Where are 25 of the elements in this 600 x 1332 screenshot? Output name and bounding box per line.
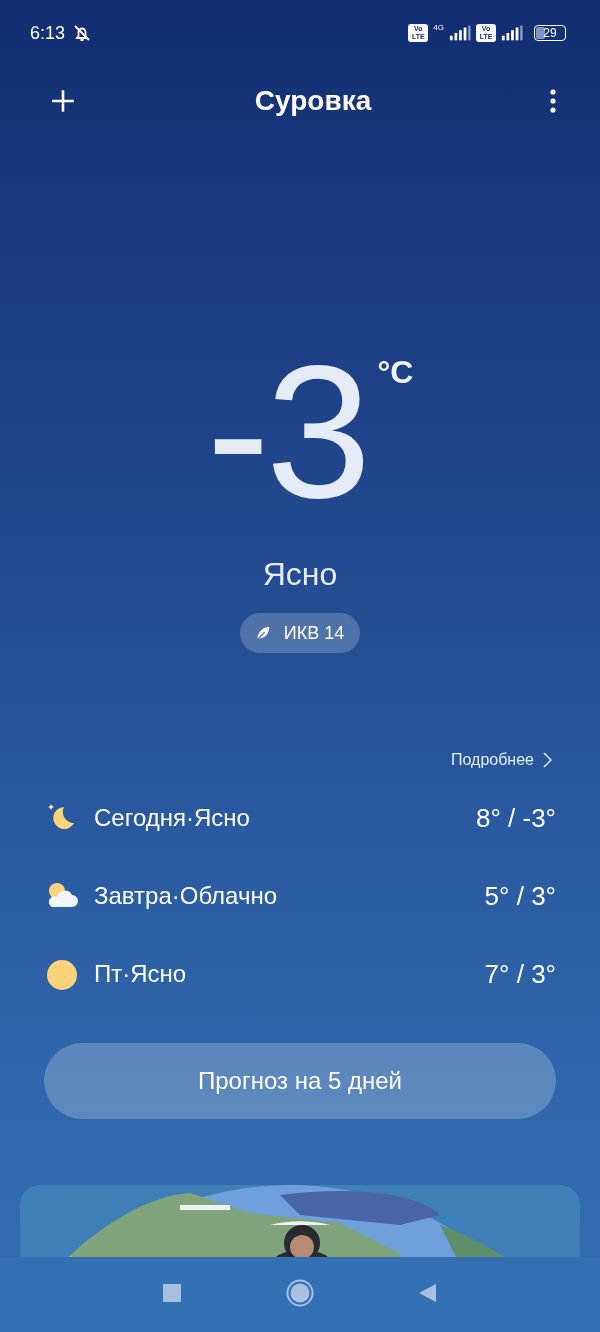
city-title: Суровка: [254, 85, 372, 117]
air-quality-badge[interactable]: ИКВ 14: [239, 613, 361, 653]
five-day-forecast-button[interactable]: Прогноз на 5 дней: [44, 1043, 556, 1119]
network-label: 4G: [433, 23, 444, 32]
details-link[interactable]: Подробнее: [451, 751, 552, 769]
more-menu-button[interactable]: [550, 89, 556, 113]
battery-text: 29: [543, 26, 557, 40]
day-label: Завтра·Облачно: [94, 882, 278, 910]
day-label: Пт·Ясно: [94, 960, 188, 988]
temperature-value: -3: [206, 346, 368, 516]
day-temperatures: 8° / -3°: [475, 802, 556, 834]
add-button[interactable]: [50, 88, 76, 114]
clock-time: 6:13: [30, 22, 66, 44]
day-label: Сегодня·Ясно: [94, 804, 251, 832]
sun-icon: [44, 957, 80, 991]
chevron-right-icon: [542, 752, 552, 768]
temperature-unit: °C: [377, 354, 414, 391]
day-temperatures: 7° / 3°: [484, 958, 556, 990]
home-button[interactable]: [286, 1279, 314, 1307]
back-button[interactable]: [418, 1283, 438, 1303]
signal-icon: [449, 25, 471, 41]
signal-icon: [501, 25, 523, 41]
recent-apps-button[interactable]: [162, 1283, 182, 1303]
day-temperatures: 5° / 3°: [484, 880, 556, 912]
condition-text: Ясно: [262, 556, 338, 593]
